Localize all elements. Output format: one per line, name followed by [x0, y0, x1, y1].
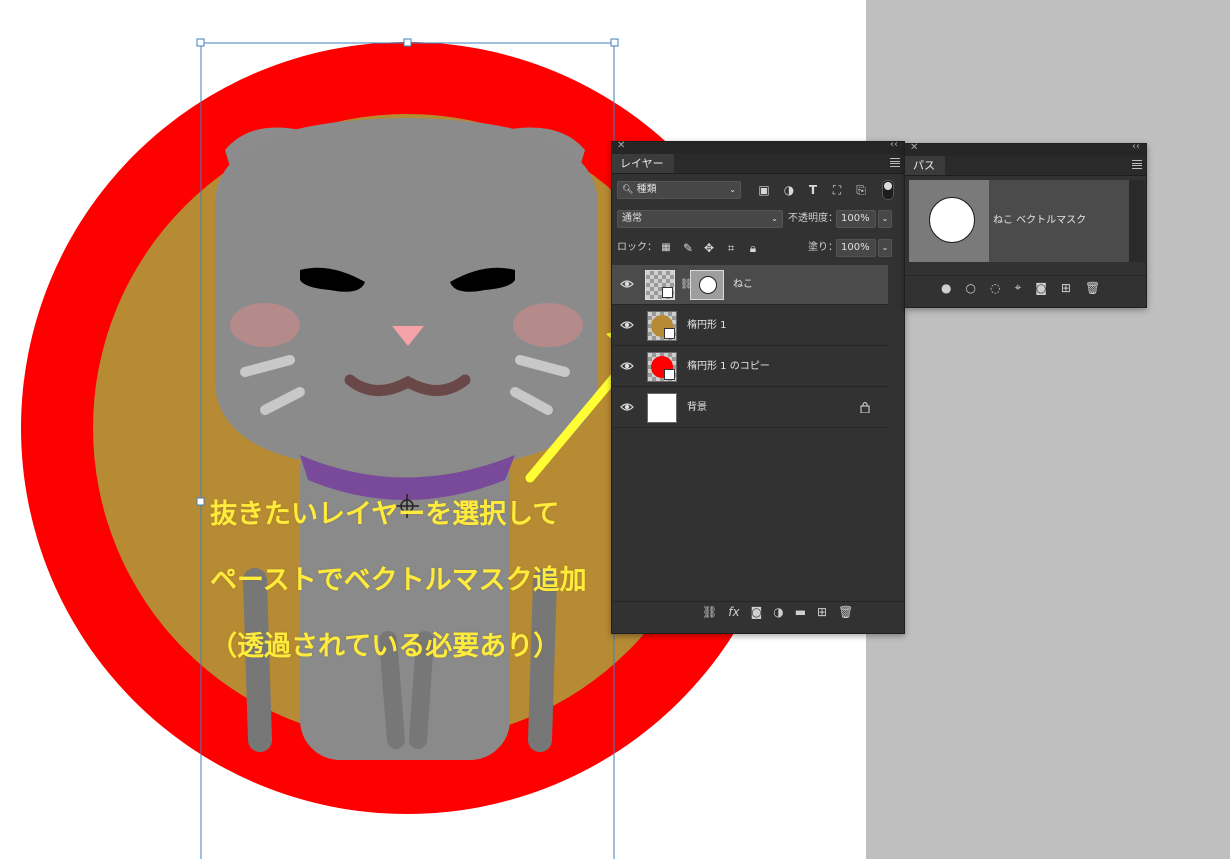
- chevron-down-icon: ⌄: [729, 185, 736, 194]
- chevron-down-icon: ⌄: [881, 214, 889, 223]
- trash-icon[interactable]: 🗑︎: [1085, 281, 1100, 295]
- opacity-dropdown[interactable]: ⌄: [878, 210, 892, 228]
- path-thumbnail: [909, 180, 989, 262]
- lock-transparency-icon[interactable]: ▦: [660, 241, 672, 255]
- visibility-eye-icon[interactable]: [620, 277, 634, 291]
- layer-thumbnail: [647, 352, 677, 382]
- close-icon[interactable]: ✕: [617, 140, 625, 151]
- annotation-line-2: ペーストでベクトルマスク追加: [210, 565, 587, 596]
- filter-smartobject-icon[interactable]: ⎘: [854, 183, 868, 197]
- path-row-vector-mask[interactable]: ねこ ベクトルマスク: [909, 180, 1129, 262]
- paths-panel: ✕ ‹‹ パス ねこ ベクトルマスク ● ○ ◌ ⌖ ◙ ⊞ 🗑︎: [904, 141, 1147, 308]
- visibility-eye-icon[interactable]: [620, 359, 634, 373]
- shape-badge: [664, 369, 675, 380]
- layers-footer: ⛓ fx ◙ ◑ ▬ ⊞ 🗑︎: [702, 605, 853, 619]
- tab-paths[interactable]: パス: [905, 156, 945, 175]
- filter-type-icon[interactable]: T: [806, 183, 820, 197]
- filter-shape-icon[interactable]: ⛶: [830, 183, 844, 197]
- load-selection-icon[interactable]: ◌: [990, 281, 1000, 295]
- make-work-path-icon[interactable]: ⌖: [1014, 280, 1021, 295]
- layer-row-neko[interactable]: ⛓ ねこ: [612, 265, 888, 305]
- visibility-eye-icon[interactable]: [620, 400, 634, 414]
- lock-all-icon[interactable]: 🔒︎: [747, 241, 759, 255]
- lock-artboard-icon[interactable]: ⌗: [725, 241, 737, 255]
- adjustment-layer-icon[interactable]: ◑: [773, 605, 783, 619]
- panel-menu-icon[interactable]: [1132, 160, 1142, 169]
- fx-icon[interactable]: fx: [728, 605, 739, 619]
- visibility-eye-icon[interactable]: [620, 318, 634, 332]
- new-layer-icon[interactable]: ⊞: [817, 605, 827, 619]
- annotation-line-1: 抜きたいレイヤーを選択して: [210, 499, 560, 530]
- layer-thumbnail: [645, 270, 675, 300]
- layer-name: ねこ: [733, 279, 753, 290]
- fill-path-icon[interactable]: ●: [941, 281, 951, 295]
- opacity-label: 不透明度：: [788, 213, 838, 224]
- panel-menu-icon[interactable]: [890, 158, 900, 167]
- filter-adjustment-icon[interactable]: ◑: [782, 183, 796, 197]
- layer-row-ellipse-1[interactable]: 楕円形 1: [612, 306, 888, 346]
- paths-tabbar: パス: [905, 156, 1146, 176]
- layer-row-background[interactable]: 背景: [612, 388, 888, 428]
- new-path-icon[interactable]: ⊞: [1061, 281, 1071, 295]
- close-icon[interactable]: ✕: [910, 142, 918, 153]
- trash-icon[interactable]: 🗑︎: [838, 605, 853, 619]
- lock-icon: [860, 402, 870, 413]
- layer-thumbnail: [647, 393, 677, 423]
- new-group-icon[interactable]: ▬: [795, 605, 806, 619]
- filter-pixel-icon[interactable]: ▣: [757, 183, 771, 197]
- chevron-down-icon: ⌄: [771, 214, 778, 223]
- path-name: ねこ ベクトルマスク: [993, 215, 1087, 226]
- layers-panel: ✕ ‹‹ レイヤー 🔍︎ 種類 ⌄ ▣ ◑ T ⛶ ⎘ 通常 ⌄ 不透明度： 1…: [611, 139, 905, 634]
- fill-dropdown[interactable]: ⌄: [878, 239, 892, 257]
- vector-mask-thumbnail[interactable]: [690, 270, 724, 300]
- add-mask-icon[interactable]: ◙: [751, 605, 763, 619]
- tab-layers[interactable]: レイヤー: [612, 154, 674, 173]
- filter-kind-label: 種類: [636, 184, 657, 195]
- layer-name: 楕円形 1 のコピー: [687, 361, 770, 372]
- search-icon: 🔍︎: [622, 185, 634, 195]
- layer-name: 楕円形 1: [687, 320, 727, 331]
- footer-divider: [612, 601, 904, 602]
- blend-mode-select[interactable]: 通常 ⌄: [617, 210, 783, 228]
- blend-mode-value: 通常: [622, 213, 642, 224]
- layer-row-ellipse-1-copy[interactable]: 楕円形 1 のコピー: [612, 347, 888, 387]
- annotation-line-3: （透過されている必要あり）: [210, 631, 561, 662]
- lock-paint-icon[interactable]: ✎: [682, 241, 694, 255]
- layer-list: ⛓ ねこ 楕円形 1 楕円形 1 のコピー 背景: [612, 265, 888, 430]
- layer-thumbnail: [647, 311, 677, 341]
- collapse-icon[interactable]: ‹‹: [890, 139, 898, 150]
- collapse-icon[interactable]: ‹‹: [1132, 141, 1140, 152]
- chevron-down-icon: ⌄: [881, 243, 889, 252]
- filter-kind-select[interactable]: 🔍︎ 種類 ⌄: [617, 181, 741, 199]
- link-layers-icon[interactable]: ⛓: [702, 605, 717, 619]
- fill-label: 塗り：: [808, 242, 838, 253]
- panel-topbar: ✕ ‹‹: [612, 139, 904, 154]
- lock-label: ロック：: [617, 242, 657, 253]
- fill-input[interactable]: 100%: [836, 239, 876, 257]
- paths-footer: ● ○ ◌ ⌖ ◙ ⊞ 🗑︎: [941, 280, 1100, 295]
- panel-topbar: ✕ ‹‹: [905, 141, 1146, 156]
- pasteboard: [866, 0, 1230, 859]
- shape-badge: [664, 328, 675, 339]
- footer-divider: [905, 275, 1146, 276]
- lock-position-icon[interactable]: ✥: [703, 241, 715, 255]
- layer-name: 背景: [687, 402, 707, 413]
- opacity-input[interactable]: 100%: [836, 210, 876, 228]
- add-mask-icon[interactable]: ◙: [1035, 281, 1047, 295]
- stroke-path-icon[interactable]: ○: [965, 281, 975, 295]
- smart-object-badge: [662, 287, 673, 298]
- scrollbar[interactable]: [1129, 180, 1145, 262]
- filter-toggle[interactable]: [882, 180, 894, 200]
- layers-tabbar: レイヤー: [612, 154, 904, 174]
